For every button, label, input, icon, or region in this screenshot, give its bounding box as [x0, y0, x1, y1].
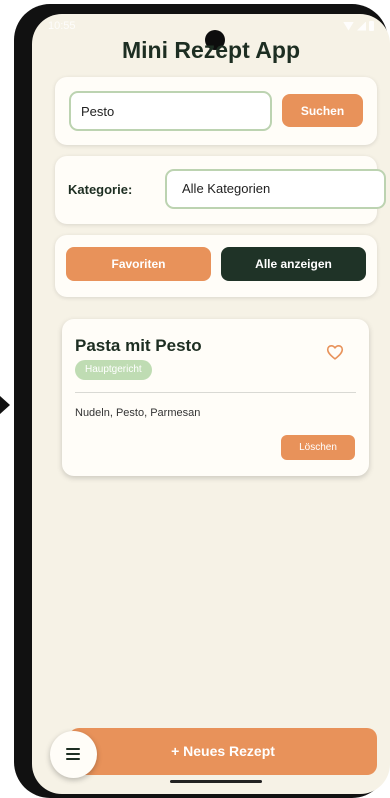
new-recipe-button[interactable]: + Neues Rezept [69, 728, 377, 775]
divider [75, 392, 356, 393]
status-time: 10:55 [48, 20, 76, 32]
heart-outline-icon[interactable] [326, 344, 344, 360]
category-label: Kategorie: [68, 182, 133, 197]
favorites-button[interactable]: Favoriten [66, 247, 211, 281]
search-card: Suchen [55, 77, 377, 145]
show-all-button[interactable]: Alle anzeigen [221, 247, 366, 281]
ingredients-text: Nudeln, Pesto, Parmesan [75, 407, 201, 419]
filter-buttons-card: Favoriten Alle anzeigen [55, 235, 377, 297]
menu-button[interactable] [50, 731, 97, 778]
app-screen: 10:55 Mini Rezept App Suchen Kategorie: … [32, 14, 390, 794]
status-icons [343, 21, 374, 31]
pointer-arrow-icon [0, 396, 10, 414]
home-indicator[interactable] [170, 780, 262, 783]
search-input[interactable] [69, 91, 272, 131]
signal-icon [357, 21, 366, 31]
category-select[interactable]: Alle Kategorien [165, 169, 386, 209]
delete-button[interactable]: Löschen [281, 435, 355, 460]
wifi-icon [343, 21, 354, 31]
menu-icon [66, 748, 80, 760]
recipe-card: Pasta mit Pesto Hauptgericht Nudeln, Pes… [62, 319, 369, 476]
recipe-title: Pasta mit Pesto [75, 336, 202, 355]
category-badge: Hauptgericht [75, 360, 152, 380]
battery-icon [369, 21, 374, 31]
app-title: Mini Rezept App [121, 37, 301, 63]
search-button[interactable]: Suchen [282, 94, 363, 127]
category-card: Kategorie: Alle Kategorien [55, 156, 386, 224]
phone-frame: 10:55 Mini Rezept App Suchen Kategorie: … [14, 4, 390, 798]
